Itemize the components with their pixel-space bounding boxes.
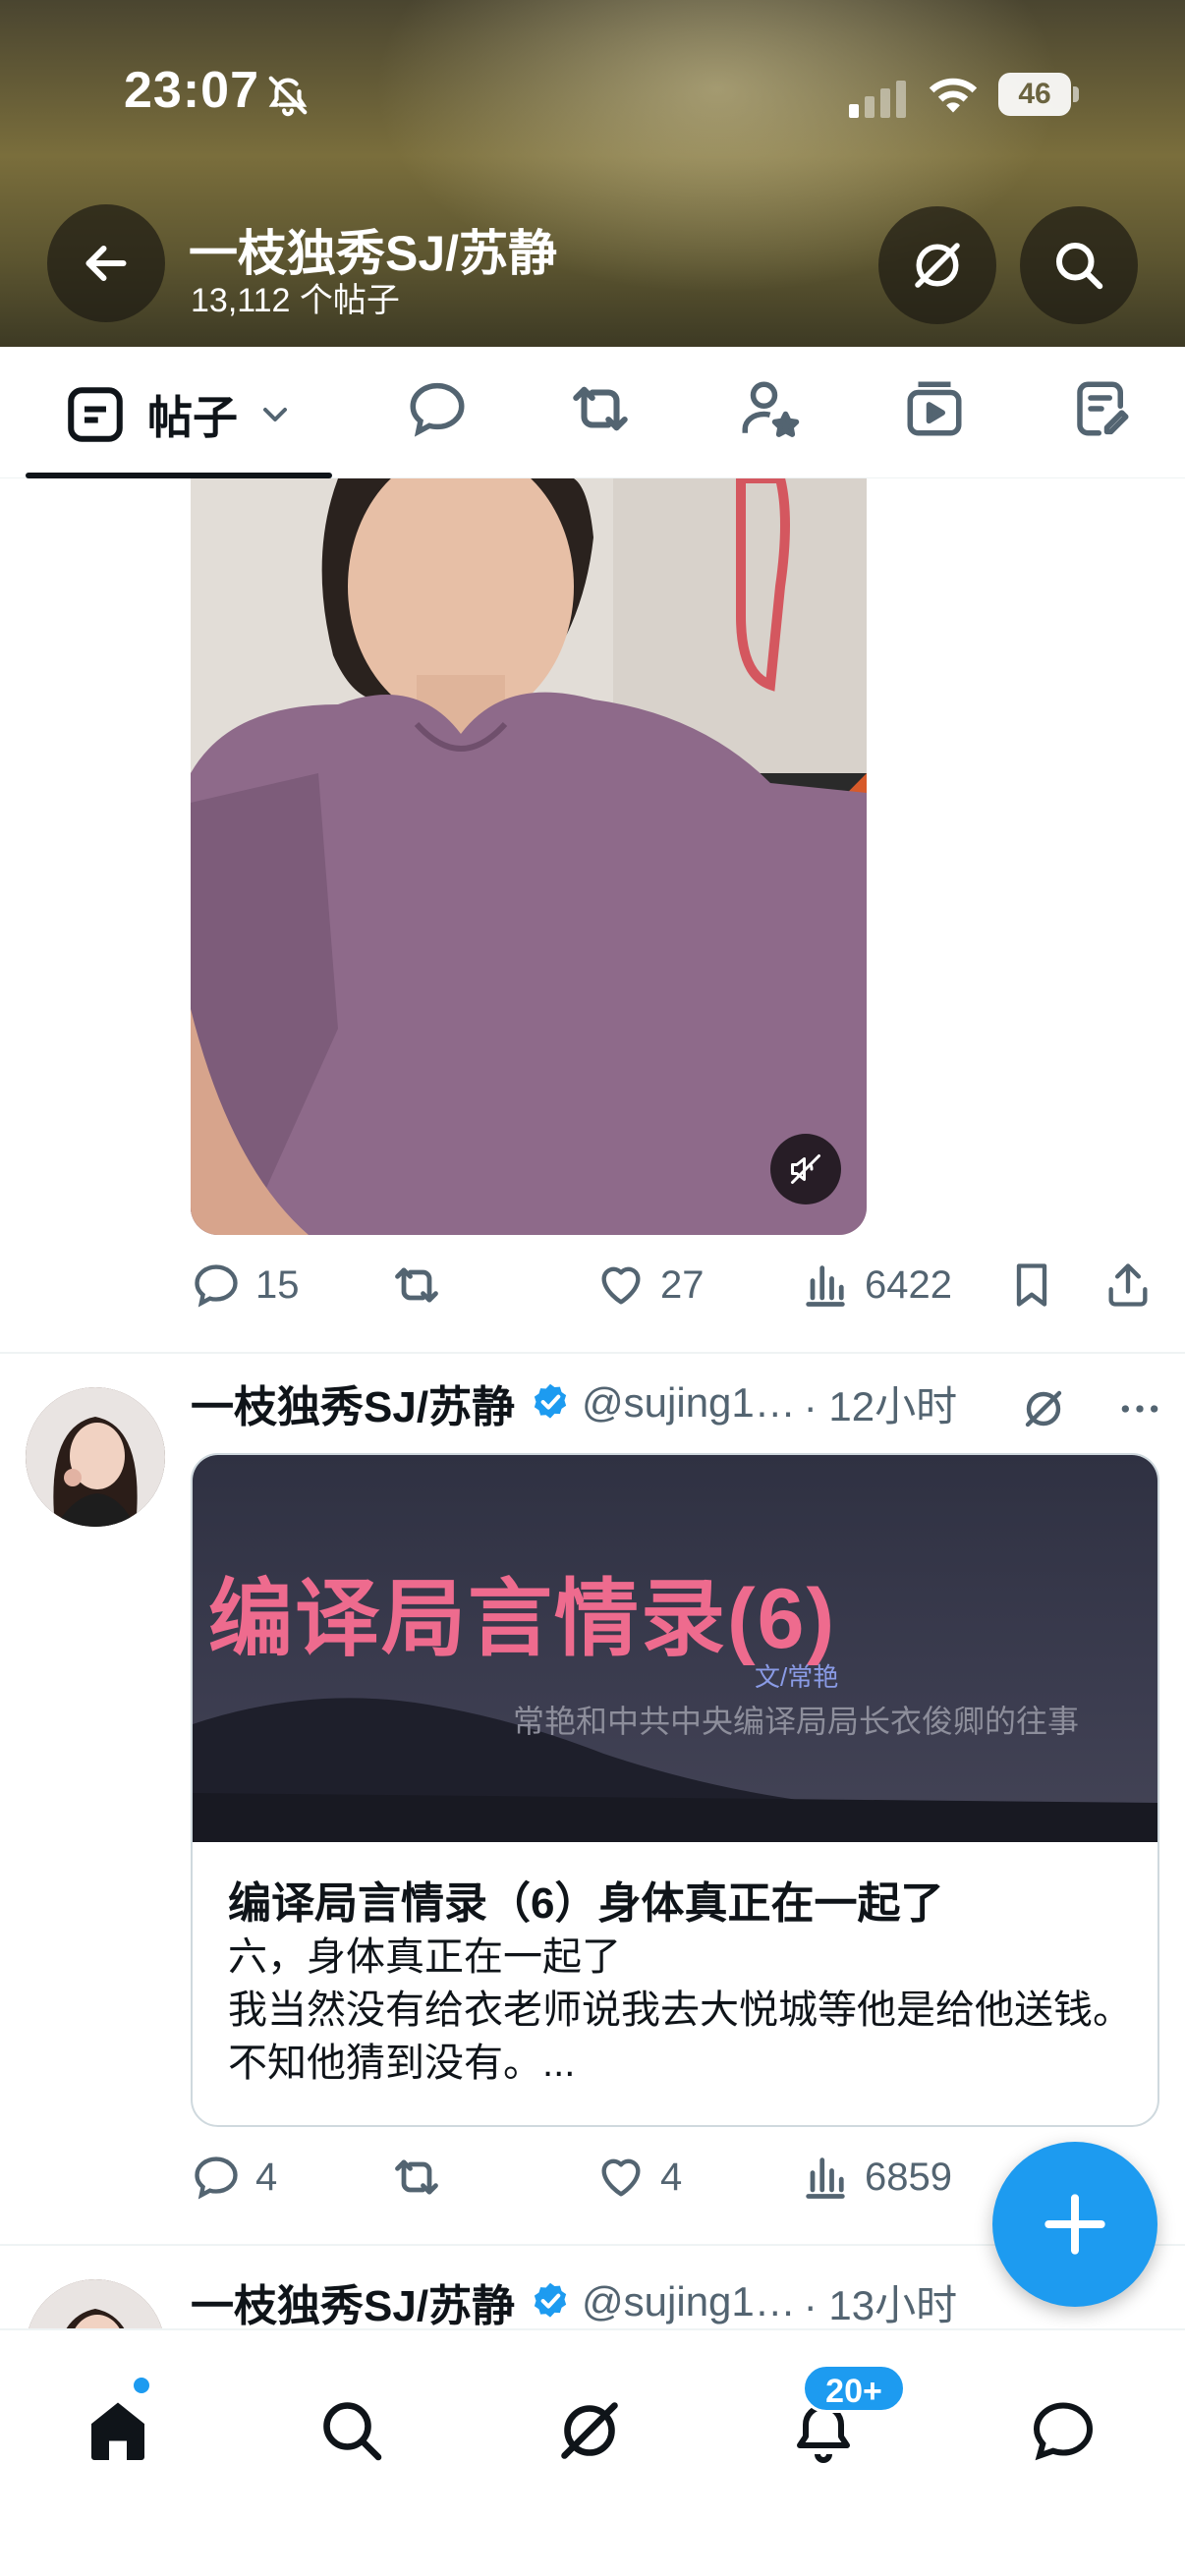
tab-media[interactable]	[902, 376, 967, 445]
reply-icon	[195, 2156, 238, 2200]
post-header: 一枝独秀SJ/苏静 @sujing1… · 12小时	[191, 1373, 957, 1432]
chevron-down-icon	[263, 408, 287, 421]
heart-icon	[601, 2158, 641, 2197]
profile-tabs: 帖子	[0, 347, 1185, 478]
nav-search[interactable]	[316, 2395, 387, 2466]
repost-icon	[395, 2159, 438, 2195]
repost-button[interactable]	[391, 2148, 456, 2207]
like-button[interactable]: 4	[595, 2148, 682, 2207]
post-divider	[0, 1352, 1185, 1354]
tab-reposts[interactable]	[568, 376, 633, 445]
battery-indicator: 46	[998, 73, 1079, 116]
article-description: 六，身体真正在一起了 我当然没有给衣老师说我去大悦城等他是给他送钱。不知他猜到没…	[228, 1935, 1132, 2085]
battery-tip	[1073, 86, 1079, 102]
posts-icon	[68, 387, 123, 442]
compose-post-button[interactable]	[992, 2142, 1157, 2307]
video-frame	[191, 478, 867, 1235]
verified-badge-icon	[534, 1383, 567, 1419]
reply-button[interactable]: 4	[191, 2148, 277, 2207]
cellular-signal-icon	[849, 81, 906, 118]
status-bar: 23:07 46	[0, 0, 1185, 187]
messages-icon	[1033, 2402, 1094, 2461]
view-count: 6422	[865, 1262, 952, 1307]
bell-off-icon	[268, 76, 308, 117]
views-button[interactable]: 6422	[800, 1256, 952, 1315]
home-notification-dot	[134, 2378, 149, 2393]
tab-posts-label: 帖子	[147, 392, 238, 443]
share-button[interactable]	[1102, 1256, 1167, 1315]
like-count: 4	[660, 2155, 683, 2199]
tab-articles[interactable]	[1069, 376, 1134, 445]
post-time: · 12小时	[803, 1382, 958, 1429]
article-card[interactable]: 编译局言情录(6) 文/常艳 常艳和中共中央编译局局长衣俊卿的往事 编译局言情录…	[191, 1453, 1159, 2127]
wifi-icon	[929, 78, 978, 113]
article-image-title: 编译局言情录(6)	[208, 1572, 837, 1666]
post-count: 13,112 个帖子	[191, 282, 400, 319]
search-button[interactable]	[1020, 206, 1138, 324]
article-title: 编译局言情录（6）身体真正在一起了	[228, 1879, 944, 1928]
author-handle: @sujing1…	[582, 1379, 796, 1426]
battery-level: 46	[998, 73, 1071, 116]
tab-highlights[interactable]	[737, 376, 802, 445]
author-name[interactable]: 一枝独秀SJ/苏静	[191, 2270, 515, 2333]
reply-icon	[195, 1264, 238, 1308]
status-time: 23:07	[124, 62, 259, 119]
nav-messages[interactable]	[1028, 2395, 1099, 2466]
nav-home[interactable]	[83, 2395, 153, 2466]
replies-icon	[410, 382, 465, 437]
nav-grok[interactable]	[554, 2395, 625, 2466]
grok-icon	[561, 2402, 618, 2459]
bookmark-icon	[1016, 1263, 1047, 1307]
home-icon	[91, 2402, 144, 2460]
reposts-icon	[573, 386, 628, 431]
post-time: · 13小时	[803, 2281, 958, 2328]
articles-icon	[1077, 381, 1129, 436]
grok-icon	[915, 243, 960, 288]
post-header: 一枝独秀SJ/苏静 @sujing1… · 13小时	[191, 2272, 957, 2331]
bookmark-button[interactable]	[1006, 1256, 1071, 1315]
analytics-icon	[806, 2157, 845, 2199]
article-image-subtitle: 常艳和中共中央编译局局长衣俊卿的往事	[513, 1704, 1080, 1739]
mute-toggle-button[interactable]	[770, 1134, 841, 1204]
analytics-icon	[806, 1265, 845, 1307]
views-button[interactable]: 6859	[800, 2148, 952, 2207]
highlights-icon	[742, 381, 800, 437]
heart-icon	[601, 1266, 641, 1305]
view-count: 6859	[865, 2155, 952, 2199]
like-button[interactable]: 27	[595, 1256, 705, 1315]
tab-replies[interactable]	[405, 376, 470, 445]
more-options-icon[interactable]	[1118, 1385, 1161, 1432]
author-handle: @sujing1…	[582, 2278, 796, 2324]
reply-count: 4	[255, 2155, 278, 2199]
notifications-badge: 20+	[802, 2364, 906, 2413]
arrow-left-icon	[85, 246, 127, 281]
post-header-actions	[1020, 1379, 1161, 1438]
bottom-navigation: 20+	[0, 2328, 1185, 2576]
like-count: 27	[660, 1262, 705, 1307]
avatar[interactable]	[26, 1387, 165, 1527]
search-icon	[323, 2402, 382, 2461]
grok-icon[interactable]	[1020, 1385, 1067, 1432]
plus-icon	[1044, 2194, 1105, 2255]
repost-icon	[395, 1267, 438, 1303]
muted-speaker-icon	[791, 1154, 820, 1184]
article-card-image: 编译局言情录(6) 文/常艳 常艳和中共中央编译局局长衣俊卿的往事	[193, 1455, 1157, 1842]
reply-count: 15	[255, 1262, 300, 1307]
share-icon	[1108, 1263, 1148, 1307]
mountain-silhouette	[193, 1698, 1157, 1842]
post-actions: 15 27 6422	[191, 1256, 1173, 1315]
avatar-photo	[26, 1387, 165, 1527]
author-name[interactable]: 一枝独秀SJ/苏静	[191, 1372, 515, 1434]
tab-posts[interactable]: 帖子	[63, 380, 295, 449]
back-button[interactable]	[47, 204, 165, 322]
verified-badge-icon	[534, 2282, 567, 2318]
reply-button[interactable]: 15	[191, 1256, 300, 1315]
post-video[interactable]	[191, 478, 867, 1235]
article-image-byline: 文/常艳	[755, 1662, 839, 1692]
search-icon	[1056, 243, 1103, 290]
repost-button[interactable]	[391, 1256, 456, 1315]
grok-button[interactable]	[878, 206, 996, 324]
profile-header: 23:07 46 一枝独秀SJ/苏静 13,112 个帖子	[0, 0, 1185, 347]
media-icon	[907, 381, 962, 436]
